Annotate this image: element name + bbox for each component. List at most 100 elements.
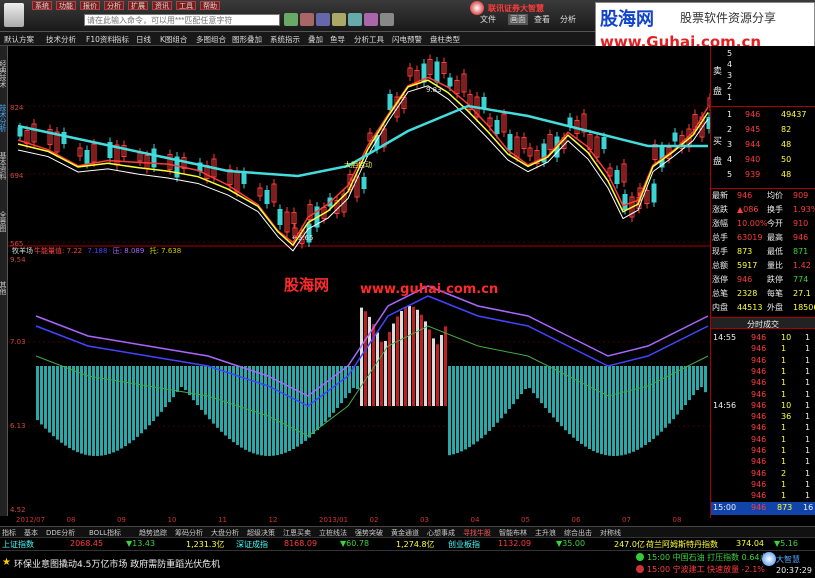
tool-stack[interactable]: 叠加: [308, 34, 323, 45]
vtab-technical[interactable]: 技术分析: [0, 98, 8, 138]
back-icon[interactable]: [284, 13, 298, 26]
menu-news-button[interactable]: 资讯: [152, 1, 172, 10]
menu-extend-button[interactable]: 扩展: [128, 1, 148, 10]
indicator-bar: [688, 366, 691, 401]
news-headline[interactable]: 环保业意图撬动4.5万亿市场 政府需防重蹈光伏危机: [14, 557, 220, 570]
indicator-bar: [36, 366, 39, 421]
kline-chart-area[interactable]: 牧羊场 牛能量值: 7.22 7.188 压: 8.089 托: 7.638 8…: [8, 46, 713, 518]
menu-quote-button[interactable]: 报价: [80, 1, 100, 10]
ask-row[interactable]: 2: [725, 81, 815, 92]
tool-k-combo[interactable]: K图组合: [160, 34, 187, 45]
ask-row[interactable]: 1: [725, 92, 815, 103]
menu-analysis-button[interactable]: 分析: [104, 1, 124, 10]
bid-row[interactable]: 1 946 49437: [725, 109, 815, 120]
legend-press-value: 8.089: [124, 247, 145, 255]
alert-2[interactable]: 15:00 宁波建工 快速放量 -2.1%: [647, 564, 765, 575]
tool-default-scheme[interactable]: 默认方案: [4, 34, 34, 45]
vtab-classic[interactable]: 经典技术: [0, 54, 8, 94]
bid-row[interactable]: 5 939 48: [725, 169, 815, 180]
indicator-bar: [660, 366, 663, 432]
stat-label: 现手: [712, 247, 728, 256]
menu-analyze[interactable]: 分析: [560, 14, 576, 25]
tick-volume: 1: [781, 479, 787, 489]
indicator-bar: [220, 366, 223, 432]
analysis-toolbar: 默认方案 技术分析 F10资料 指标 日线 K图组合 多图组合 图形叠加 系统指…: [0, 32, 595, 46]
stat-value: 63019: [737, 233, 763, 242]
tick-price: 946: [751, 446, 767, 455]
ask-row[interactable]: 5: [725, 48, 815, 59]
price-label-565: 565: [10, 240, 24, 248]
bid-row[interactable]: 4 940 50: [725, 154, 815, 165]
tool-overlay[interactable]: 图形叠加: [232, 34, 262, 45]
index1-name[interactable]: 上证指数: [2, 539, 34, 550]
indicator-bar: [112, 366, 115, 453]
tool-multi-chart[interactable]: 多图组合: [196, 34, 226, 45]
menu-file[interactable]: 文件: [480, 14, 496, 25]
tool-system-indicator[interactable]: 系统指示: [270, 34, 300, 45]
news-star-icon: ★: [2, 557, 11, 568]
index1-change: ▼13.43: [126, 539, 156, 548]
bid-row[interactable]: 3 944 48: [725, 139, 815, 150]
tick-price: 946: [751, 423, 767, 433]
vtab-other[interactable]: 其他: [0, 276, 8, 300]
menu-screen[interactable]: 画面: [508, 14, 528, 25]
indicator-bar: [284, 366, 287, 453]
tool-analysis-tools[interactable]: 分析工具: [354, 34, 384, 45]
bid-volume: 50: [781, 155, 792, 164]
menu-view[interactable]: 查看: [534, 14, 550, 25]
index3-change: ▼35.00: [556, 539, 586, 548]
tick-volume: 1: [781, 434, 787, 444]
command-input[interactable]: [84, 14, 280, 26]
stat-value: 1.42: [793, 261, 811, 270]
vtab-fundamental[interactable]: 基本资料: [0, 146, 8, 186]
tool-technical[interactable]: 技术分析: [46, 34, 76, 45]
indicator-bar: [592, 366, 595, 452]
tick-volume: 1: [781, 366, 787, 376]
ind-scale-452: 4.52: [10, 506, 26, 514]
divider: [711, 106, 815, 107]
menu-tools-button[interactable]: 工具: [176, 1, 196, 10]
indicator-bar: [312, 366, 315, 435]
indicator-bar: [488, 366, 491, 431]
ask-row[interactable]: 3: [725, 70, 815, 81]
tick-row: 946 1 1: [711, 456, 815, 467]
stat-label: 今开: [767, 219, 783, 228]
indicator-bar: [212, 366, 215, 424]
indicator-bar: [356, 366, 359, 390]
tool-flash-alert[interactable]: 闪电预警: [392, 34, 422, 45]
tool-guide[interactable]: 鱼导: [330, 34, 345, 45]
legend-support-label: 托: [149, 247, 157, 255]
bid-level: 2: [727, 125, 733, 134]
menu-system-button[interactable]: 系统: [32, 1, 52, 10]
kline-candle: [672, 132, 678, 142]
indicator-bar: [256, 366, 259, 455]
indicator-bar: [472, 366, 475, 445]
ask-row[interactable]: 4: [725, 59, 815, 70]
indicator-bar: [156, 366, 159, 417]
bid-row[interactable]: 2 945 82: [725, 124, 815, 135]
settings-icon[interactable]: [380, 13, 394, 26]
tool-f10[interactable]: F10资料: [86, 34, 115, 45]
index3-value: 1132.09: [498, 539, 532, 548]
indicator-bar: [448, 366, 451, 456]
vtab-panorama[interactable]: 全景图: [0, 206, 8, 236]
menu-help-button[interactable]: 帮助: [200, 1, 220, 10]
home-icon[interactable]: [316, 13, 330, 26]
tool-indicator[interactable]: 指标: [114, 34, 129, 45]
index2-name[interactable]: 深证成指: [236, 539, 268, 550]
foreign-index-name[interactable]: 荷兰阿姆斯特丹指数: [646, 539, 718, 550]
index3-name[interactable]: 创业板指: [448, 539, 480, 550]
alert-1[interactable]: 15:00 中国石油 打压指数 0.64点: [647, 552, 768, 563]
index2-amount: 1,274.8亿: [396, 540, 435, 549]
indicator-bar: [624, 366, 627, 455]
indicator-bar: [548, 366, 551, 413]
star-icon[interactable]: [332, 13, 346, 26]
tool-bar-type[interactable]: 盘柱类型: [430, 34, 460, 45]
chart-icon[interactable]: [348, 13, 362, 26]
news-icon[interactable]: [364, 13, 378, 26]
stat-label: 涨跌: [712, 205, 728, 214]
stat-row: 总额 5917 量比 1.42: [711, 260, 815, 271]
menu-function-button[interactable]: 功能: [56, 1, 76, 10]
refresh-icon[interactable]: [300, 13, 314, 26]
tool-daily[interactable]: 日线: [136, 34, 151, 45]
